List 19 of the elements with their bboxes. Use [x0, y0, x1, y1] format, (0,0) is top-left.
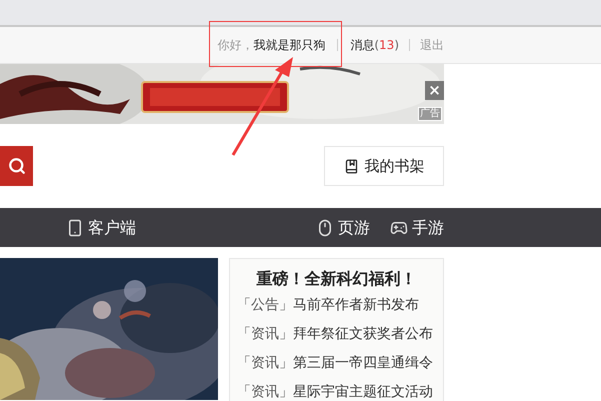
ad-label: 广告: [418, 107, 442, 121]
nav-link[interactable]: 手游: [390, 216, 444, 240]
search-icon: [8, 157, 26, 175]
news-item[interactable]: 「资讯」星际宇宙主题征文活动: [237, 378, 436, 401]
book-icon: [344, 158, 358, 174]
search-button[interactable]: [0, 146, 33, 186]
nav-link[interactable]: 页游: [316, 216, 370, 240]
close-ad-button[interactable]: ×: [425, 81, 444, 100]
messages-link[interactable]: 消息(13): [350, 36, 399, 54]
news-item[interactable]: 「资讯」拜年祭征文获奖者公布: [237, 320, 436, 349]
news-title: 重磅！全新科幻福利！: [256, 268, 418, 290]
greeting-text: 你好，: [217, 37, 254, 54]
phone-icon: [66, 218, 84, 236]
mouse-icon: [316, 218, 334, 236]
news-item[interactable]: 「资讯」第三届一帝四皇通缉令: [237, 349, 436, 378]
nav-link[interactable]: 客户端: [66, 216, 136, 240]
news-item[interactable]: 「公告」马前卒作者新书发布: [237, 291, 436, 320]
username-link[interactable]: 我就是那只狗: [253, 36, 326, 54]
bookshelf-button[interactable]: 我的书架: [324, 146, 444, 186]
